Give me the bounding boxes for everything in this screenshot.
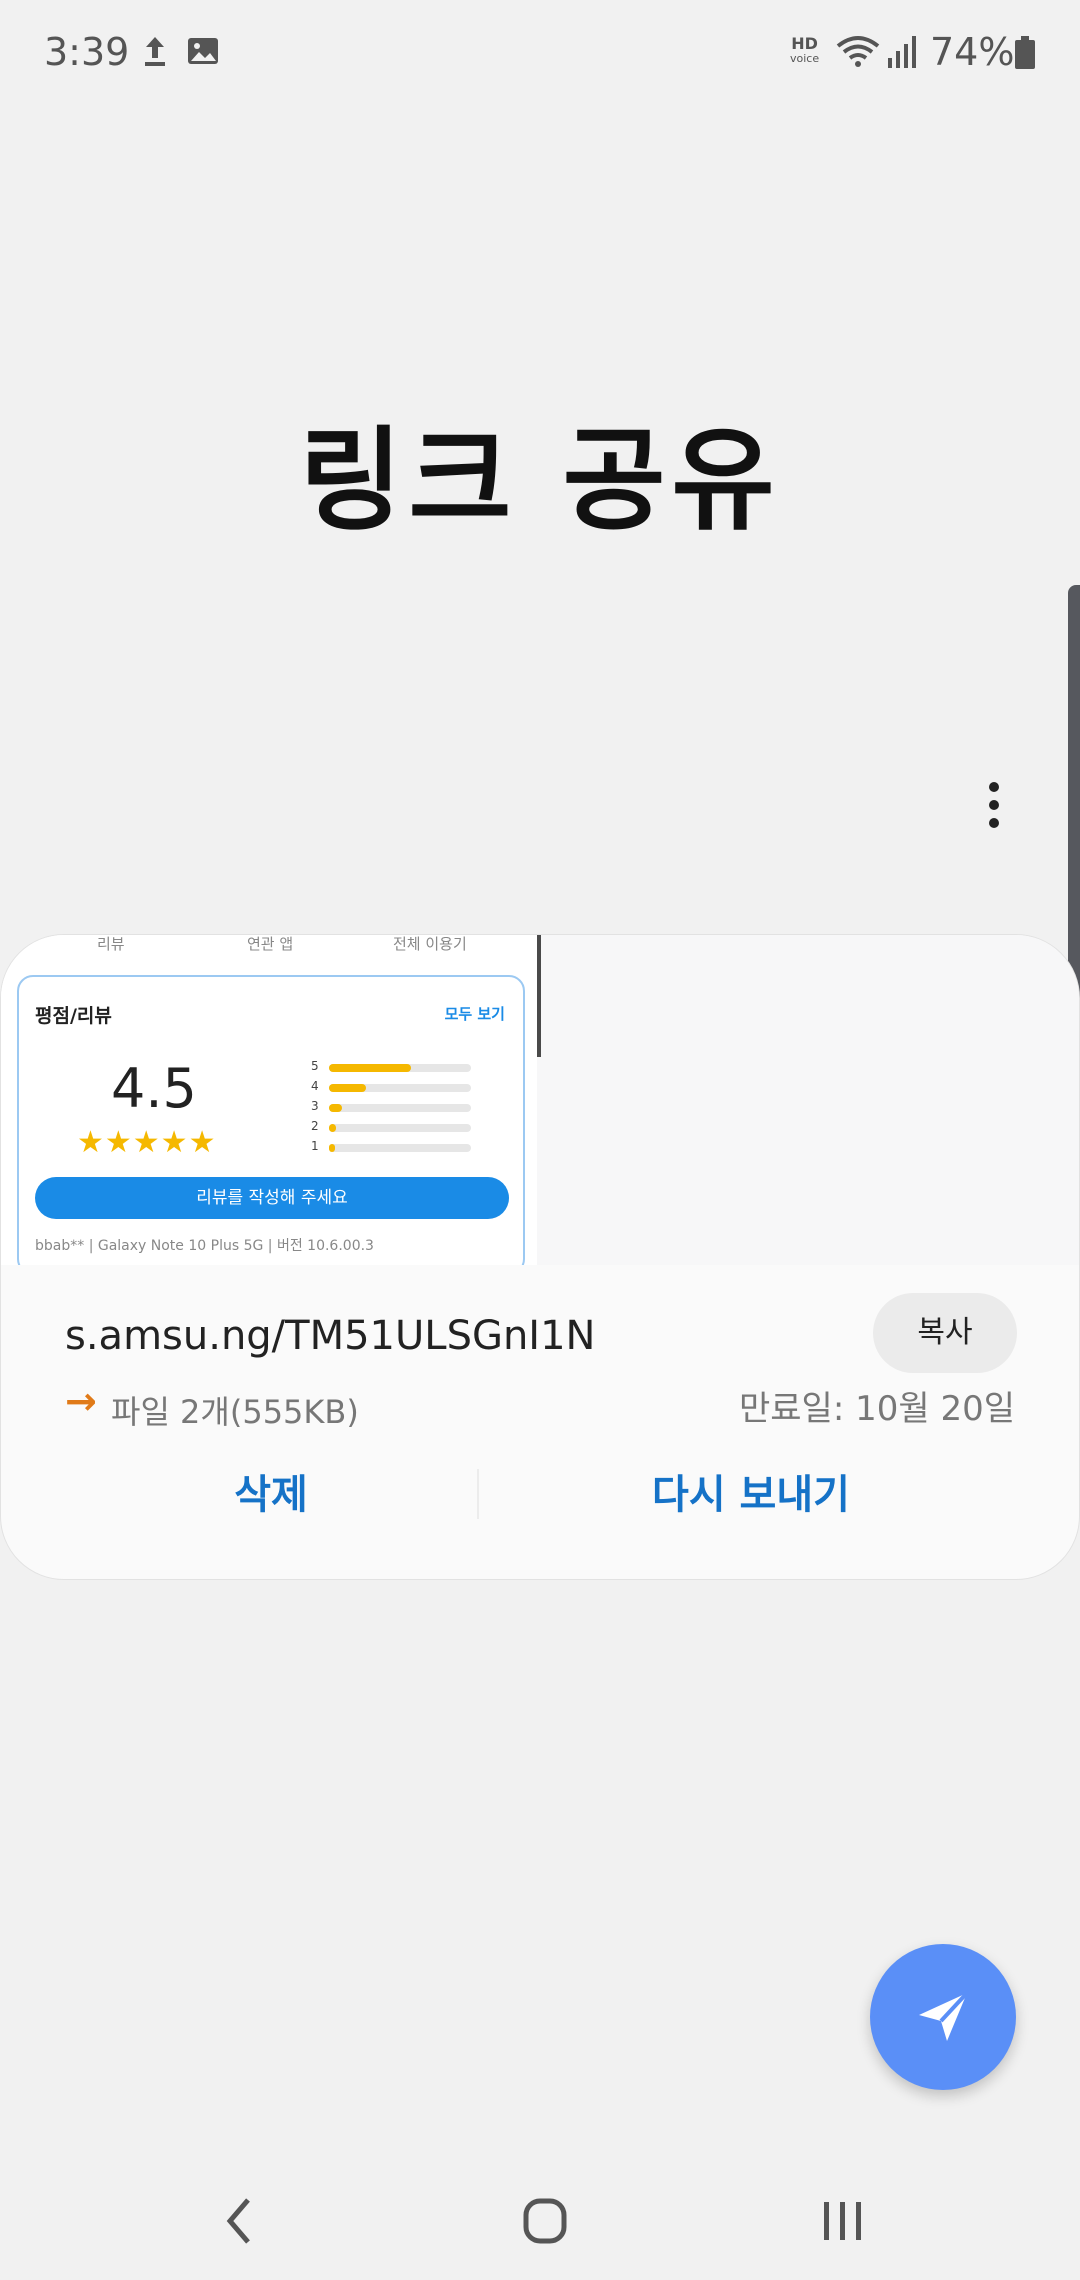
copy-button[interactable]: 복사 [873, 1293, 1017, 1373]
rating-score: 4.5 [111, 1057, 197, 1120]
image-icon [186, 34, 220, 72]
status-bar: 3:39 HD voice 74% [0, 0, 1080, 108]
thumb-tabs: 리뷰 연관 앱 전체 이용기 [1, 935, 537, 961]
arrow-right-icon: → [65, 1379, 97, 1423]
rating-bar-track [329, 1144, 471, 1152]
status-time: 3:39 [44, 30, 130, 74]
rating-bar-track [329, 1084, 471, 1092]
rating-bar-row: 4 [311, 1077, 491, 1097]
upload-icon [140, 34, 170, 72]
rating-bar-label: 2 [311, 1119, 319, 1133]
rating-bar-row: 1 [311, 1137, 491, 1157]
send-icon [919, 1991, 969, 2041]
share-card: 리뷰 연관 앱 전체 이용기 평점/리뷰 모두 보기 4.5 ★★★★★ 5 4 3… [0, 934, 1080, 1580]
rating-bar-row: 5 [311, 1057, 491, 1077]
action-divider [477, 1469, 479, 1519]
rating-bar-label: 5 [311, 1059, 319, 1073]
rating-bar-fill [329, 1104, 342, 1112]
preview-thumbnail[interactable]: 리뷰 연관 앱 전체 이용기 평점/리뷰 모두 보기 4.5 ★★★★★ 5 4 3… [1, 935, 537, 1265]
review-meta: bbab** | Galaxy Note 10 Plus 5G | 버전 10.… [35, 1238, 374, 1254]
recents-icon[interactable] [820, 2198, 866, 2248]
rating-more-link: 모두 보기 [444, 1005, 505, 1023]
rating-bar-track [329, 1104, 471, 1112]
star-rating: ★★★★★ [77, 1125, 217, 1160]
battery-percent: 74% [930, 30, 1015, 74]
more-options-button[interactable] [970, 770, 1020, 840]
file-info: 파일 2개(555KB) [111, 1393, 359, 1431]
rating-distribution: 5 4 3 2 1 [311, 1057, 491, 1157]
rating-bar-fill [329, 1124, 337, 1132]
more-vertical-icon [989, 782, 999, 792]
rating-bar-label: 1 [311, 1139, 319, 1153]
rating-bar-fill [329, 1144, 335, 1152]
rating-bar-track [329, 1064, 471, 1072]
rating-bar-label: 4 [311, 1079, 319, 1093]
resend-button[interactable]: 다시 보내기 [521, 1455, 981, 1535]
hd-label: HD [791, 34, 818, 53]
link-url[interactable]: s.amsu.ng/TM51ULSGnI1N [65, 1313, 595, 1359]
rating-bar-track [329, 1124, 471, 1132]
battery-icon [1014, 36, 1036, 74]
rating-bar-label: 3 [311, 1099, 319, 1113]
preview-divider [537, 935, 541, 1057]
thumb-tab: 전체 이용기 [393, 935, 467, 953]
rating-box: 평점/리뷰 모두 보기 4.5 ★★★★★ 54321 리뷰를 작성해 주세요 … [17, 975, 525, 1265]
rating-bar-row: 3 [311, 1097, 491, 1117]
rating-bar-row: 2 [311, 1117, 491, 1137]
hd-voice-label: voice [790, 52, 820, 65]
rating-title: 평점/리뷰 [35, 1005, 112, 1027]
page-title: 링크 공유 [299, 416, 781, 546]
rating-bar-fill [329, 1084, 366, 1092]
wifi-icon [836, 34, 880, 74]
navigation-bar [0, 2140, 1080, 2280]
back-icon[interactable] [222, 2196, 258, 2250]
home-icon[interactable] [522, 2196, 568, 2250]
thumb-tab: 리뷰 [97, 935, 125, 953]
delete-button[interactable]: 삭제 [81, 1455, 461, 1535]
rating-bar-fill [329, 1064, 412, 1072]
write-review-button: 리뷰를 작성해 주세요 [35, 1177, 509, 1219]
send-fab-button[interactable] [870, 1944, 1016, 2090]
thumb-tab: 연관 앱 [247, 935, 294, 953]
preview-area: 리뷰 연관 앱 전체 이용기 평점/리뷰 모두 보기 4.5 ★★★★★ 5 4 3… [1, 935, 1079, 1265]
expiry-date: 만료일: 10월 20일 [739, 1389, 1015, 1429]
signal-icon [886, 34, 918, 74]
hd-voice-icon: HD voice [790, 36, 819, 66]
